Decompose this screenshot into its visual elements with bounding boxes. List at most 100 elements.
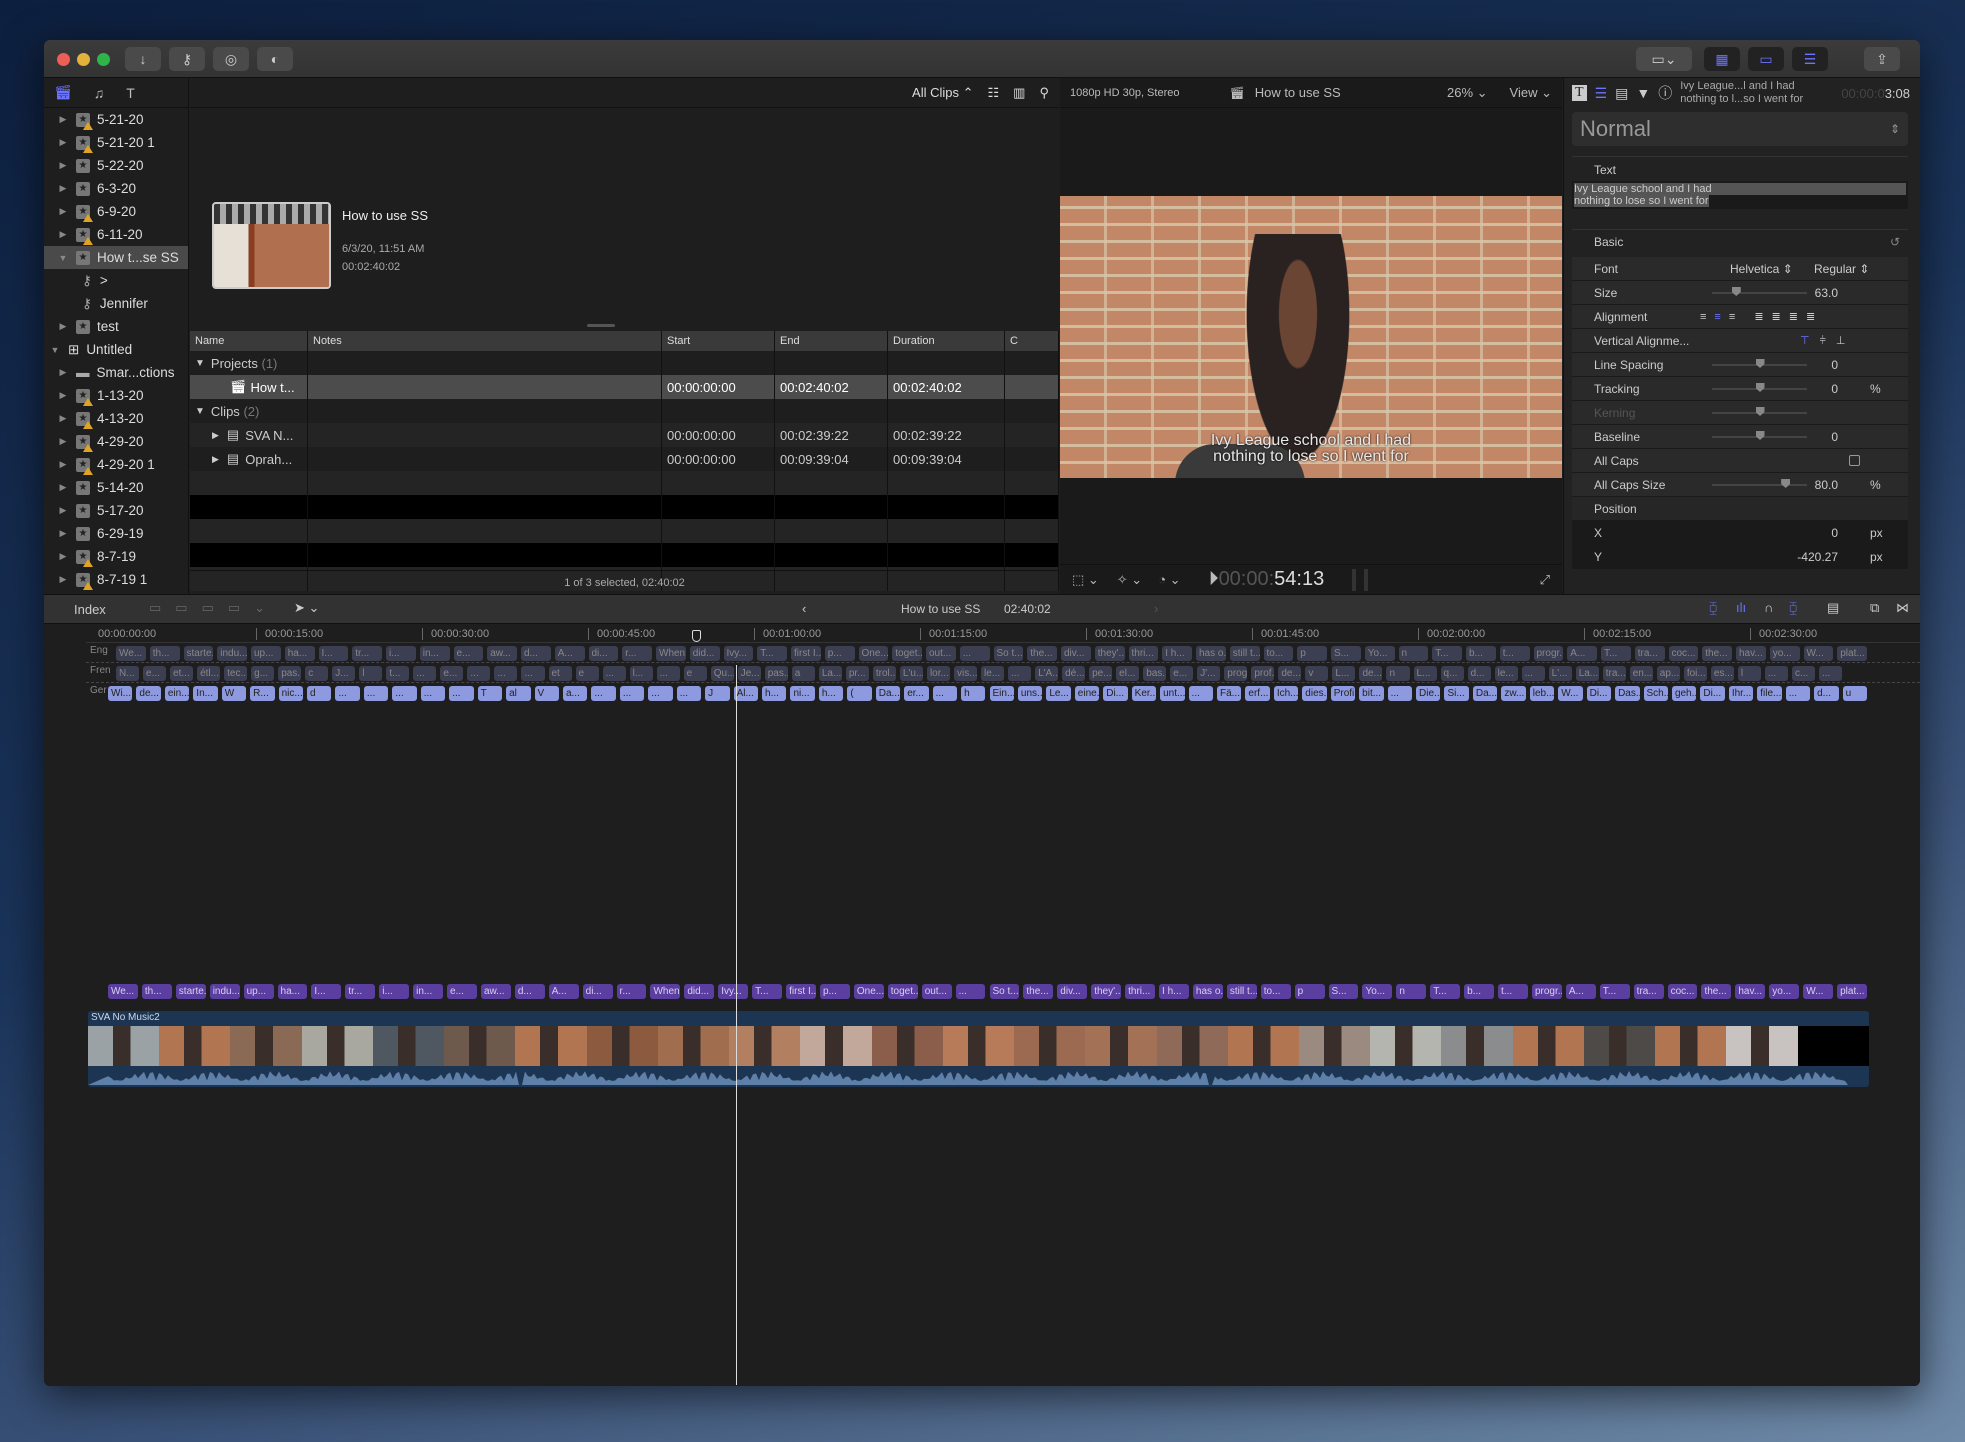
caption-clip[interactable]: T [477,686,503,701]
caption-clip[interactable]: ... [521,666,545,681]
info-tab-icon[interactable]: ⓘ [1658,83,1672,103]
caption-clip[interactable]: lor... [926,666,950,681]
caption-clip[interactable]: to... [1260,984,1291,999]
caption-clip[interactable]: out... [926,646,956,661]
captions-tab-icon[interactable]: ☰ [1595,85,1608,102]
enhance-dropdown[interactable]: ✧ ⌄ [1117,572,1142,588]
caption-clip[interactable]: they'... [1091,984,1122,999]
caption-clip[interactable]: Le... [1046,686,1071,701]
caption-clip[interactable]: to... [1263,646,1294,661]
caption-clip[interactable]: v [1305,666,1329,681]
caption-clip[interactable]: e [683,666,707,681]
zoom-window-button[interactable] [97,53,110,66]
caption-clip[interactable]: le... [981,666,1005,681]
caption-clip[interactable]: ha... [284,646,315,661]
library-item[interactable]: ▼ ★ How t...se SS [44,246,188,269]
disclosure-closed-icon[interactable]: ▶ [212,454,219,465]
caption-clip[interactable]: l [359,666,383,681]
row-value[interactable]: 80.0 [1815,478,1838,492]
column-start[interactable]: Start [662,331,775,351]
caption-clip[interactable]: tr... [345,984,376,999]
caption-clip[interactable]: r... [622,646,652,661]
caption-clip[interactable]: toget... [892,646,922,661]
close-window-button[interactable] [57,53,70,66]
caption-clip[interactable]: div... [1057,984,1088,999]
disclosure-closed-icon[interactable]: ▶ [58,574,68,585]
disclosure-closed-icon[interactable]: ▶ [58,137,68,148]
table-row[interactable]: ▶ ▤ SVA N... 00:00:00:00 00:02:39:22 00:02… [190,423,1059,447]
transform-dropdown[interactable]: ⬚ ⌄ [1072,572,1099,588]
caption-clip[interactable]: le... [1494,666,1518,681]
caption-clip[interactable]: div... [1061,646,1091,661]
snapping-icon[interactable]: ⧮ [1789,600,1797,616]
caption-clip[interactable]: p... [819,984,850,999]
row-value[interactable]: 0 [1831,526,1838,540]
caption-clip[interactable]: aw... [480,984,511,999]
caption-clip[interactable]: N... [116,666,140,681]
history-back-icon[interactable]: ‹ [802,601,806,616]
all-caps-checkbox[interactable] [1849,455,1860,466]
caption-clip[interactable]: u [1842,686,1867,701]
caption-clip[interactable]: h... [818,686,844,701]
caption-clip[interactable]: a... [562,686,588,701]
titles-generators-tab-icon[interactable]: T [126,85,135,101]
tool-select-dropdown[interactable]: ➤ ⌄ [294,600,319,616]
caption-clip[interactable]: the... [1702,646,1732,661]
reset-icon[interactable]: ↺ [1890,235,1900,249]
column-name[interactable]: Name [190,331,308,351]
caption-clip[interactable]: h... [762,686,787,701]
caption-clip[interactable]: l... [629,666,653,681]
caption-clip[interactable]: Si... [1444,686,1469,701]
photos-audio-tab-icon[interactable]: ♫ [94,85,105,101]
retime-dropdown[interactable]: ◔ ⌄ [1158,572,1180,588]
disclosure-open-icon[interactable]: ▼ [195,406,205,417]
caption-clip[interactable]: file... [1757,686,1782,701]
caption-clip[interactable]: ... [955,984,986,999]
library-item[interactable]: ⚷ > [44,269,188,292]
caption-clip[interactable]: progr... [1533,646,1564,661]
caption-clip[interactable]: t... [386,666,410,681]
caption-clip[interactable]: n [1398,646,1429,661]
fullscreen-icon[interactable]: ⤢ [1540,572,1550,588]
browser-resize-handle[interactable] [587,324,615,327]
library-item[interactable]: ▶ ★ 8-7-19 [44,545,188,568]
slider-knob[interactable] [1731,287,1741,296]
caption-clip[interactable]: g... [251,666,275,681]
caption-clip[interactable]: h [961,686,986,701]
skimming-icon[interactable]: ⧮ [1709,600,1717,616]
caption-clip[interactable]: ein... [164,686,190,701]
caption-clip[interactable]: ... [1818,666,1842,681]
caption-clip[interactable]: uns... [1017,686,1043,701]
caption-clip[interactable]: ... [1188,686,1213,701]
caption-clip[interactable]: W [221,686,247,701]
caption-clip[interactable]: l [1737,666,1761,681]
caption-clip[interactable]: ... [591,686,616,701]
library-item[interactable]: ▶ ★ 5-17-20 [44,499,188,522]
caption-clip[interactable]: c... [1791,666,1815,681]
caption-clip[interactable]: d... [521,646,551,661]
disclosure-closed-icon[interactable]: ▶ [58,390,68,401]
disclosure-closed-icon[interactable]: ▶ [58,413,68,424]
caption-clip[interactable]: trol... [872,666,896,681]
caption-clip[interactable]: e [575,666,599,681]
voiceover-button[interactable]: ◐ [257,47,293,71]
caption-clip[interactable]: La... [1575,666,1599,681]
caption-clip[interactable]: One... [858,646,889,661]
caption-clip[interactable]: e... [1170,666,1194,681]
disclosure-open-icon[interactable]: ▼ [50,345,60,355]
disclosure-closed-icon[interactable]: ▶ [58,160,68,171]
table-row[interactable]: 🎬︎ How t... 00:00:00:00 00:02:40:02 00:02… [190,375,1059,399]
caption-clip[interactable]: ... [467,666,491,681]
caption-clip[interactable]: prof... [1251,666,1275,681]
row-value[interactable]: 0 [1831,382,1838,396]
play-icon[interactable]: ⏵ [1209,568,1219,591]
caption-clip[interactable]: W... [1803,984,1834,999]
caption-clip[interactable]: tra... [1633,984,1664,999]
caption-clip[interactable]: de... [136,686,161,701]
project-thumbnail[interactable] [212,202,331,289]
caption-clip[interactable]: eine... [1074,686,1100,701]
disclosure-closed-icon[interactable]: ▶ [58,528,68,539]
timeline-layout-button[interactable]: ▭ [1748,47,1784,71]
caption-clip[interactable]: es... [1710,666,1734,681]
caption-clip[interactable]: Ich... [1273,686,1299,701]
